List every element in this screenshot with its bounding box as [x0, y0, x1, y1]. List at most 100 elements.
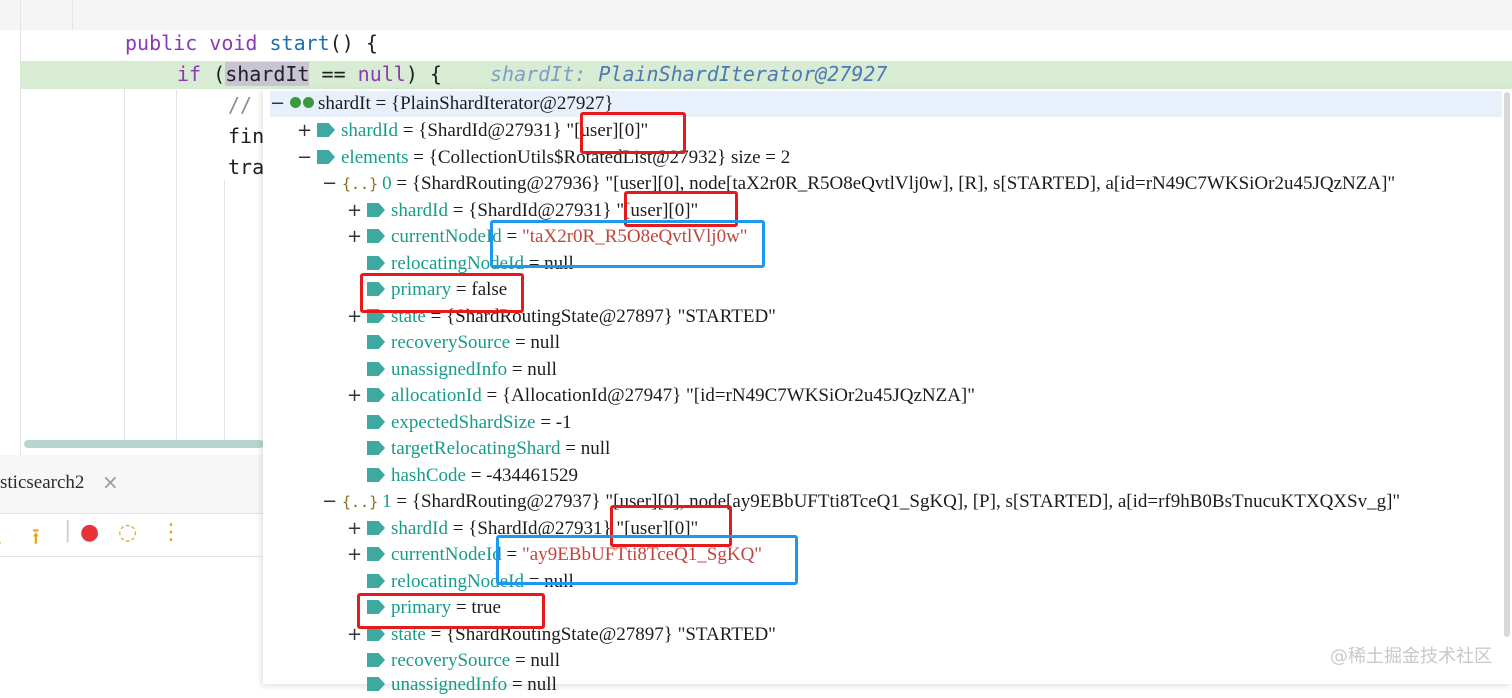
field-value: = true — [451, 597, 501, 618]
tag-icon — [367, 229, 385, 243]
field-value: = {ShardRouting@27937} "[user][0], node[… — [391, 491, 1401, 512]
tree-row-element-0[interactable]: − {..} 0 = {ShardRouting@27936} "[user][0]… — [322, 171, 1395, 197]
expand-icon[interactable]: + — [347, 383, 367, 409]
tag-icon — [317, 150, 335, 164]
field-name: recoverySource — [391, 332, 511, 353]
tree-row-hashCode[interactable]: hashCode = -434461529 — [347, 463, 578, 489]
tree-row-state[interactable]: + state = {ShardRoutingState@27897} "STAR… — [347, 304, 776, 330]
mute-breakpoints-icon[interactable]: ◌ — [118, 520, 137, 545]
field-value: = null — [507, 359, 557, 380]
field-value: = {ShardId@27931} "[user][0]" — [447, 518, 699, 539]
tag-icon — [367, 388, 385, 402]
field-name: shardId — [341, 120, 398, 141]
brace-icon: {..} — [342, 493, 379, 511]
indent-guide — [224, 180, 225, 440]
expand-icon[interactable]: + — [347, 224, 367, 250]
step-into-icon[interactable]: ⭳ — [0, 520, 2, 558]
indent-guide — [72, 0, 73, 30]
tree-row-recoverySource[interactable]: recoverySource = null — [347, 648, 560, 674]
tree-row-unassignedInfo[interactable]: unassignedInfo = null — [347, 357, 557, 383]
field-name: primary — [391, 597, 452, 618]
field-name: unassignedInfo — [391, 359, 508, 380]
tree-row-elements[interactable]: − elements = {CollectionUtils$RotatedList… — [297, 145, 790, 171]
tag-icon — [367, 335, 385, 349]
collapse-icon[interactable]: − — [322, 489, 342, 515]
keyword: public — [125, 31, 198, 55]
field-value: = {ShardRouting@27936} "[user][0], node[… — [391, 173, 1396, 194]
more-options-icon[interactable]: ⋮ — [160, 520, 182, 545]
tag-icon — [317, 123, 335, 137]
tag-icon — [367, 653, 385, 667]
tree-row-unassignedInfo[interactable]: unassignedInfo = null — [347, 672, 557, 698]
expand-icon[interactable]: + — [347, 542, 367, 568]
tree-row-primary[interactable]: primary = false — [347, 277, 507, 303]
hint-key: shardIt: — [490, 62, 587, 86]
horizontal-scrollbar[interactable] — [24, 440, 264, 448]
field-name: primary — [391, 279, 452, 300]
tag-icon — [367, 362, 385, 376]
toolbar-separator: | — [64, 518, 72, 543]
field-value: = {ShardRoutingState@27897} "STARTED" — [425, 624, 776, 645]
field-name: relocatingNodeId — [391, 253, 524, 274]
field-name: currentNodeId — [391, 544, 502, 565]
collapse-icon[interactable]: − — [322, 171, 342, 197]
code-line-4[interactable]: fin — [228, 124, 264, 148]
popup-scrollbar[interactable] — [1504, 92, 1510, 637]
tag-icon — [367, 627, 385, 641]
field-name: targetRelocatingShard — [391, 438, 561, 459]
field-value: = — [501, 544, 522, 565]
field-name: relocatingNodeId — [391, 571, 524, 592]
tag-icon — [367, 677, 385, 691]
variable-shardIt[interactable]: shardIt — [225, 62, 310, 86]
field-value: = null — [560, 438, 611, 459]
tag-icon — [367, 468, 385, 482]
field-value: = {ShardId@27931} "[user][0]" — [397, 120, 649, 141]
tree-row-shardId[interactable]: + shardId = {ShardId@27931} "[user][0]" — [347, 198, 698, 224]
tree-row-shardId[interactable]: + shardId = {ShardId@27931} "[user][0]" — [297, 118, 648, 144]
collapse-icon[interactable]: − — [270, 91, 290, 117]
glasses-icon — [290, 97, 314, 109]
expand-icon[interactable]: + — [347, 304, 367, 330]
field-value: = — [501, 226, 522, 247]
breakpoints-icon[interactable]: ● — [80, 520, 99, 545]
tree-row-expectedShardSize[interactable]: expectedShardSize = -1 — [347, 410, 572, 436]
tree-row-shardId[interactable]: + shardId = {ShardId@27931} "[user][0]" — [347, 516, 698, 542]
tree-row-currentNodeId[interactable]: + currentNodeId = "ay9EBbUFTti8TceQ1_SgKQ… — [347, 542, 762, 568]
collapse-icon[interactable]: − — [297, 145, 317, 171]
code-line-2[interactable]: if (shardIt == null) { — [177, 62, 442, 86]
expand-icon[interactable]: + — [347, 198, 367, 224]
step-out-icon[interactable]: ⭱ — [32, 520, 40, 558]
code-line-5[interactable]: tra — [228, 155, 264, 179]
code-line-3[interactable]: // — [228, 93, 252, 117]
expand-icon[interactable]: + — [347, 622, 367, 648]
expand-icon[interactable]: + — [297, 118, 317, 144]
tree-row-state[interactable]: + state = {ShardRoutingState@27897} "STAR… — [347, 622, 776, 648]
tree-row-recoverySource[interactable]: recoverySource = null — [347, 330, 560, 356]
field-name: unassignedInfo — [391, 674, 508, 695]
tree-row-allocationId[interactable]: + allocationId = {AllocationId@27947} "[i… — [347, 383, 975, 409]
field-value: = {CollectionUtils$RotatedList@27932} si… — [408, 147, 791, 168]
tree-row-shardIt[interactable]: − shardIt = {PlainShardIterator@27927} — [270, 91, 1502, 117]
tree-row-element-1[interactable]: − {..} 1 = {ShardRouting@27937} "[user][0]… — [322, 489, 1400, 515]
code-line-1[interactable]: public void start() { — [125, 31, 378, 55]
tag-icon — [367, 574, 385, 588]
close-icon[interactable]: × — [102, 470, 119, 494]
tree-row-relocatingNodeId[interactable]: relocatingNodeId = null — [347, 569, 574, 595]
field-value: = {AllocationId@27947} "[id=rN49C7WKSiOr… — [481, 385, 976, 406]
tag-icon — [367, 203, 385, 217]
tree-row-primary[interactable]: primary = true — [347, 595, 501, 621]
tree-row-targetRelocatingShard[interactable]: targetRelocatingShard = null — [347, 436, 610, 462]
keyword: null — [357, 62, 406, 86]
inline-debug-hint[interactable]: shardIt: PlainShardIterator@27927 — [490, 62, 887, 86]
field-name: state — [391, 306, 426, 327]
expand-icon[interactable]: + — [347, 516, 367, 542]
field-name: shardId — [391, 200, 448, 221]
debug-session-tab[interactable]: sticsearch2 — [0, 472, 84, 494]
tag-icon — [367, 256, 385, 270]
field-value: = {ShardId@27931} "[user][0]" — [447, 200, 699, 221]
tree-row-currentNodeId[interactable]: + currentNodeId = "taX2r0R_R5O8eQvtlVlj0w… — [347, 224, 748, 250]
field-name: expectedShardSize — [391, 412, 536, 433]
tree-row-relocatingNodeId[interactable]: relocatingNodeId = null — [347, 251, 574, 277]
method-name: start — [269, 31, 330, 55]
